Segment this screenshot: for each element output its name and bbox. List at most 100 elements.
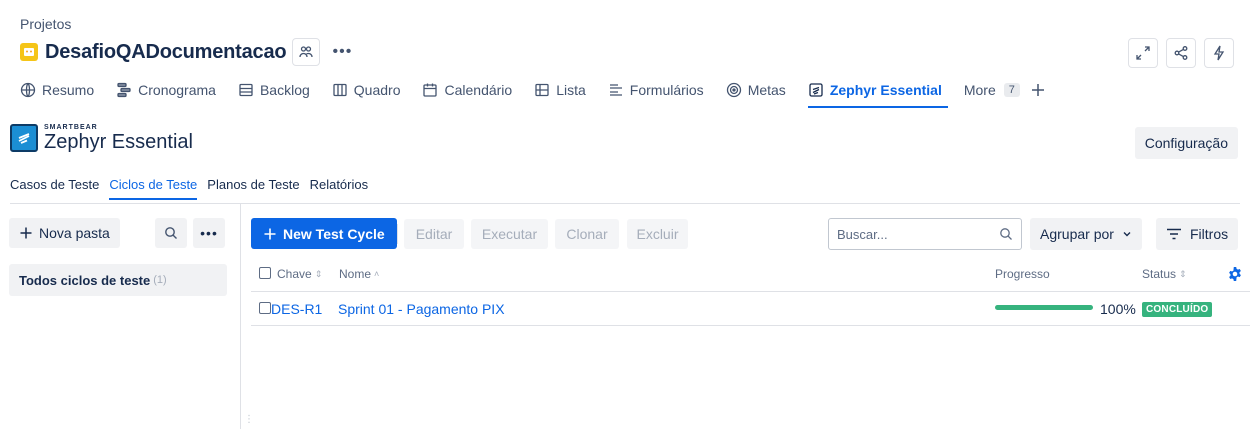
column-header-progress: Progresso xyxy=(995,267,1050,281)
globe-icon xyxy=(20,82,36,98)
team-button[interactable] xyxy=(292,38,321,66)
new-test-cycle-button[interactable]: New Test Cycle xyxy=(251,218,397,249)
panel-divider[interactable] xyxy=(240,204,241,429)
folder-more-button[interactable]: ••• xyxy=(193,218,225,248)
backlog-icon xyxy=(238,82,254,98)
search-icon xyxy=(164,226,178,240)
subtab-planos-de-teste[interactable]: Planos de Teste xyxy=(207,177,299,200)
tab-label: Calendário xyxy=(444,82,513,98)
search-input[interactable]: Buscar... xyxy=(828,218,1022,250)
column-label: Nome xyxy=(339,267,372,281)
calendar-icon xyxy=(422,82,438,98)
tab-label: Backlog xyxy=(259,82,310,98)
tab-label: Quadro xyxy=(353,82,401,98)
automation-button[interactable] xyxy=(1204,38,1234,68)
select-all-checkbox-cell xyxy=(259,267,271,279)
people-icon xyxy=(298,44,314,60)
breadcrumb[interactable]: Projetos xyxy=(20,16,71,32)
tab-resumo[interactable]: Resumo xyxy=(20,76,94,104)
tab-label: Cronograma xyxy=(138,82,216,98)
progress-bar xyxy=(995,305,1093,310)
all-test-cycles-folder[interactable]: Todos ciclos de teste (1) xyxy=(9,264,227,296)
list-icon xyxy=(534,82,550,98)
tab-more[interactable]: More 7 xyxy=(964,76,1020,104)
project-more-button[interactable]: ••• xyxy=(328,38,356,66)
expand-icon xyxy=(1135,45,1151,61)
project-avatar-icon xyxy=(20,43,38,61)
status-badge: CONCLUÍDO xyxy=(1142,302,1213,317)
project-title: DesafioQADocumentacao xyxy=(45,40,287,63)
subtab-relatorios[interactable]: Relatórios xyxy=(310,177,369,200)
tab-metas[interactable]: Metas xyxy=(726,76,786,104)
tab-label: Formulários xyxy=(629,82,704,98)
tab-backlog[interactable]: Backlog xyxy=(238,76,310,104)
column-label: Progresso xyxy=(995,267,1050,281)
tab-cronograma[interactable]: Cronograma xyxy=(116,76,216,104)
delete-button[interactable]: Excluir xyxy=(627,219,688,249)
column-label: Chave xyxy=(277,267,312,281)
column-header-status[interactable]: Status ⇕ xyxy=(1142,267,1187,281)
sort-ascending-icon: ˄ xyxy=(374,269,380,279)
sort-icon: ⇕ xyxy=(314,268,323,279)
row-checkbox-cell xyxy=(259,302,271,314)
lightning-icon xyxy=(1211,45,1227,61)
tab-lista[interactable]: Lista xyxy=(534,76,586,104)
tab-label: Resumo xyxy=(42,82,95,98)
fullscreen-button[interactable] xyxy=(1128,38,1158,68)
folder-count: (1) xyxy=(153,274,167,286)
smartbear-brand: SMARTBEAR xyxy=(44,124,98,131)
row-checkbox[interactable] xyxy=(259,302,271,314)
edit-button[interactable]: Editar xyxy=(404,219,464,249)
new-folder-button[interactable]: Nova pasta xyxy=(9,218,120,248)
tab-label: Metas xyxy=(747,82,786,98)
folder-label: Todos ciclos de teste xyxy=(19,272,151,288)
project-nav: Resumo Cronograma Backlog Quadro Calendá… xyxy=(20,76,1068,108)
zephyr-app-name: Zephyr Essential xyxy=(44,131,193,153)
share-icon xyxy=(1173,45,1189,61)
more-horizontal-icon: ••• xyxy=(200,225,218,241)
cycle-name-link[interactable]: Sprint 01 - Pagamento PIX xyxy=(338,301,505,317)
group-by-dropdown[interactable]: Agrupar por xyxy=(1030,218,1142,250)
new-test-cycle-label: New Test Cycle xyxy=(283,225,385,242)
folder-search-button[interactable] xyxy=(155,218,187,248)
tab-label: More xyxy=(963,82,996,98)
subtabs-divider xyxy=(10,203,1240,204)
plus-icon xyxy=(1030,82,1046,98)
filters-button[interactable]: Filtros xyxy=(1156,218,1239,250)
subtab-ciclos-de-teste[interactable]: Ciclos de Teste xyxy=(109,177,197,200)
table-row-divider xyxy=(251,325,1250,326)
progress-percent: 100% xyxy=(1100,301,1136,317)
filters-label: Filtros xyxy=(1190,226,1229,242)
goal-icon xyxy=(726,82,742,98)
plus-icon xyxy=(263,227,277,241)
tab-zephyr-essential[interactable]: Zephyr Essential xyxy=(807,76,948,108)
zephyr-icon xyxy=(808,82,824,98)
select-all-checkbox[interactable] xyxy=(259,267,271,279)
add-tab-button[interactable] xyxy=(1030,76,1046,104)
sort-icon: ⇕ xyxy=(1179,268,1187,279)
zephyr-subtabs: Casos de Teste Ciclos de Teste Planos de… xyxy=(10,177,368,200)
timeline-icon xyxy=(116,82,132,98)
tab-formularios[interactable]: Formulários xyxy=(608,76,704,104)
execute-button[interactable]: Executar xyxy=(471,219,548,249)
toolbar-separator xyxy=(397,224,398,244)
zephyr-logo-icon xyxy=(10,124,38,152)
more-count-badge: 7 xyxy=(1003,83,1020,97)
clone-button[interactable]: Clonar xyxy=(555,219,619,249)
tab-calendario[interactable]: Calendário xyxy=(422,76,512,104)
chevron-down-icon xyxy=(1122,229,1132,239)
configuration-button[interactable]: Configuração xyxy=(1134,127,1238,159)
more-horizontal-icon: ••• xyxy=(332,43,353,60)
column-settings-button[interactable] xyxy=(1227,266,1243,282)
resize-handle[interactable]: ⋮ xyxy=(244,414,254,425)
form-icon xyxy=(608,82,624,98)
table-header-divider xyxy=(251,291,1250,292)
column-header-name[interactable]: Nome ˄ xyxy=(339,267,379,281)
group-by-label: Agrupar por xyxy=(1040,226,1114,242)
share-button[interactable] xyxy=(1166,38,1196,68)
subtab-casos-de-teste[interactable]: Casos de Teste xyxy=(10,177,99,200)
progress-bar-fill xyxy=(995,305,1093,310)
column-header-key[interactable]: Chave ⇕ xyxy=(277,267,322,281)
tab-quadro[interactable]: Quadro xyxy=(332,76,401,104)
cycle-key-link[interactable]: DES-R1 xyxy=(271,301,322,317)
